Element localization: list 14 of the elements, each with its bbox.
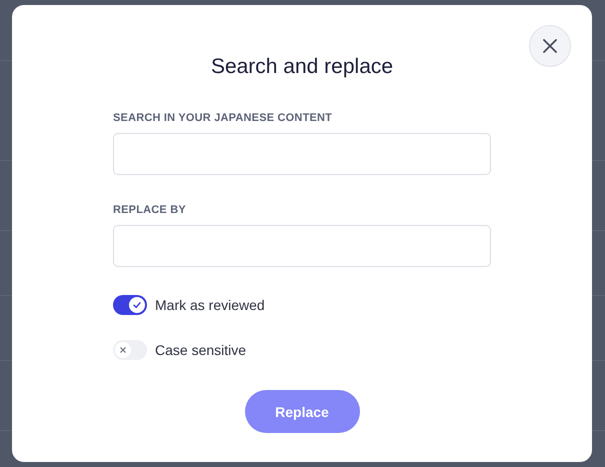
toggle-label: Mark as reviewed [155,297,265,313]
cross-icon [119,346,127,354]
close-icon [543,39,557,53]
toggle-label: Case sensitive [155,342,246,358]
input-field[interactable] [113,133,491,175]
dialog-title: Search and replace [210,55,394,79]
toggle-switch[interactable] [113,340,147,360]
toggle-switch[interactable] [113,295,147,315]
replace-button[interactable]: Replace [244,390,360,433]
field-label: REPLACE BY [113,203,187,217]
input-field[interactable] [113,225,491,267]
field-label: SEARCH IN YOUR JAPANESE CONTENT [113,111,334,125]
close-button[interactable] [529,25,571,67]
check-icon [132,300,142,310]
